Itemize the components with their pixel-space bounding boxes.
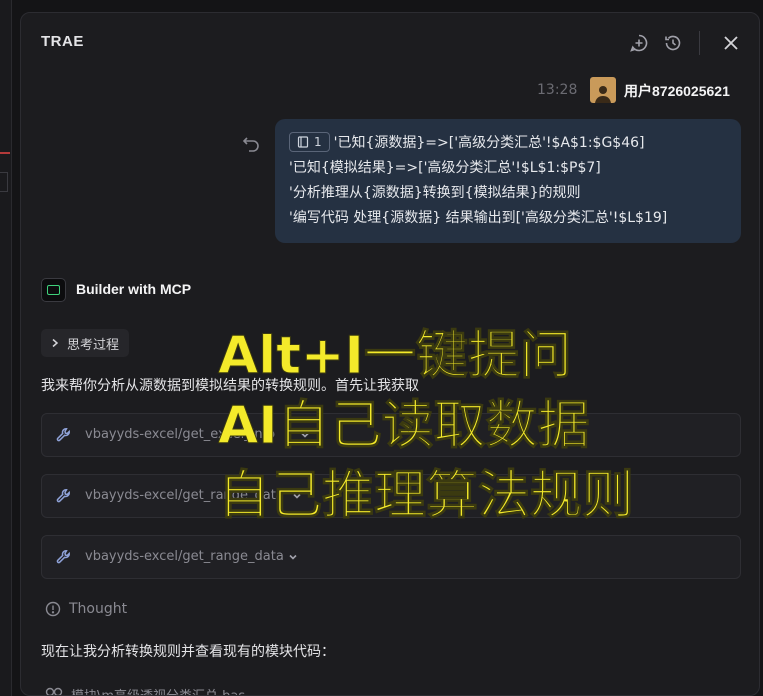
- file-name: 模块\m高级透视分类汇总.bas: [71, 685, 245, 695]
- chat-panel: TRAE 13:28 用户8726025621 1 '已知{源数据}=>['高级…: [20, 12, 760, 696]
- panel-title: TRAE: [41, 33, 84, 50]
- close-icon[interactable]: [719, 31, 743, 55]
- caption-overlay: Alt+I一键提问 AI自己读取数据 自己推理算法规则: [217, 321, 635, 531]
- user-message-bubble: 1 '已知{源数据}=>['高级分类汇总'!$A$1:$G$46] '已知{模拟…: [275, 119, 741, 243]
- context-chip[interactable]: 1: [289, 132, 330, 152]
- panel-header: TRAE: [21, 13, 759, 71]
- username: 用户8726025621: [624, 83, 730, 99]
- message-line-2: '已知{模拟结果}=>['高级分类汇总'!$L$1:$P$7]: [289, 160, 601, 176]
- header-divider: [699, 31, 700, 55]
- caption-line-2: AI自己读取数据: [217, 396, 590, 457]
- history-icon[interactable]: [661, 31, 685, 55]
- message-line-1: '已知{源数据}=>['高级分类汇总'!$A$1:$G$46]: [333, 135, 645, 151]
- thought-label: Thought: [69, 601, 128, 617]
- wrench-icon: [56, 489, 70, 503]
- thinking-label: 思考过程: [67, 337, 120, 353]
- chevron-down-icon: [289, 554, 297, 560]
- agent-name: Builder with MCP: [76, 281, 192, 297]
- wrench-icon: [56, 550, 70, 564]
- thinking-toggle[interactable]: 思考过程: [41, 329, 130, 357]
- agent-icon: [41, 278, 66, 302]
- context-chip-count: 1: [314, 134, 322, 149]
- editor-edge: [0, 0, 12, 696]
- document-icon: [297, 136, 309, 148]
- message-meta: 13:28 用户8726025621: [531, 75, 751, 105]
- message-time: 13:28: [537, 82, 578, 98]
- thought-toggle[interactable]: Thought: [45, 599, 127, 619]
- new-chat-icon[interactable]: [627, 31, 651, 55]
- link-icon: [45, 687, 63, 695]
- message-line: 1 '已知{源数据}=>['高级分类汇总'!$A$1:$G$46]: [289, 131, 727, 156]
- user-icon: [595, 86, 611, 103]
- info-icon: [45, 601, 61, 617]
- message-line-4: '编写代码 处理{源数据} 结果输出到['高级分类汇总'!$L$19]: [289, 210, 668, 226]
- tool-call-card[interactable]: vbayyds-excel/get_range_data: [41, 535, 741, 579]
- editor-edge-marker: [0, 152, 10, 154]
- wrench-icon: [56, 428, 70, 442]
- file-reference[interactable]: 模块\m高级透视分类汇总.bas: [45, 685, 245, 695]
- message-line-3: '分析推理从{源数据}转换到{模拟结果}的规则: [289, 185, 581, 201]
- avatar[interactable]: [590, 77, 616, 103]
- tool-name: vbayyds-excel/get_range_data: [85, 549, 284, 564]
- editor-edge-tab: [0, 172, 8, 192]
- chevron-right-icon: [52, 338, 59, 348]
- caption-line-1: Alt+I一键提问: [217, 326, 572, 387]
- caption-line-3: 自己推理算法规则: [217, 466, 635, 527]
- assistant-reply-2: 现在让我分析转换规则并查看现有的模块代码：: [41, 644, 335, 660]
- undo-icon[interactable]: [242, 134, 260, 152]
